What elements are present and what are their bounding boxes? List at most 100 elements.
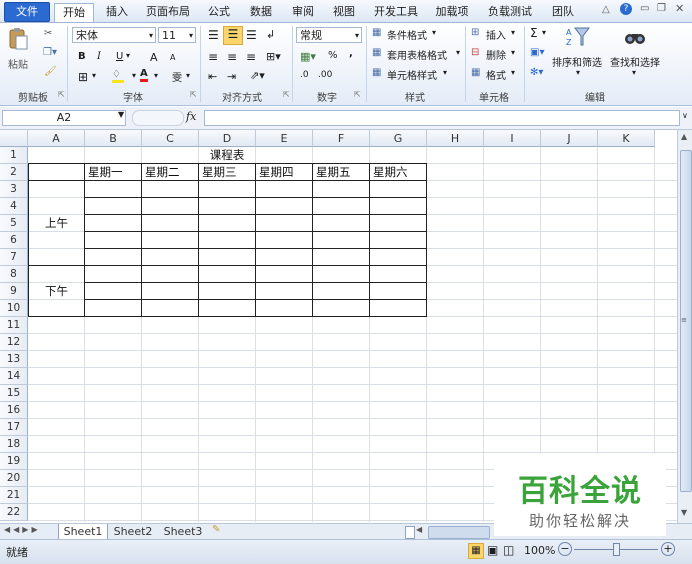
cell-styles-button[interactable]: 单元格样式 — [387, 67, 437, 82]
row-header[interactable]: 20 — [0, 470, 28, 487]
percent-button[interactable]: % — [328, 50, 338, 61]
row-header[interactable]: 12 — [0, 334, 28, 351]
row-header[interactable]: 18 — [0, 436, 28, 453]
chevron-down-icon[interactable]: ▾ — [154, 71, 158, 80]
scroll-down-icon[interactable]: ▼ — [681, 508, 687, 517]
tab-formulas[interactable]: 公式 — [202, 3, 236, 21]
cell-styles-icon[interactable]: ▦ — [372, 67, 381, 78]
font-name-combo[interactable]: 宋体 ▾ — [72, 27, 156, 43]
format-painter-icon[interactable]: 🖌 — [44, 66, 57, 77]
tab-developer[interactable]: 开发工具 — [369, 3, 423, 21]
row-header[interactable]: 19 — [0, 453, 28, 470]
file-tab[interactable]: 文件 — [4, 2, 50, 22]
currency-icon[interactable]: ▦▾ — [300, 50, 316, 63]
afternoon-label[interactable]: 下午 — [29, 283, 84, 300]
row-header[interactable]: 11 — [0, 317, 28, 334]
zoom-out-icon[interactable]: − — [558, 542, 572, 556]
day-header-sat[interactable]: 星期六 — [370, 164, 430, 181]
chevron-down-icon[interactable]: ▼ — [118, 110, 124, 119]
column-header[interactable]: I — [484, 130, 541, 147]
conditional-format-button[interactable]: 条件格式 — [387, 27, 427, 42]
chevron-down-icon[interactable]: ▾ — [132, 71, 136, 80]
column-header[interactable]: H — [427, 130, 484, 147]
column-header[interactable]: G — [370, 130, 427, 147]
scroll-up-icon[interactable]: ▲ — [681, 132, 687, 141]
orientation-icon[interactable]: ⇗▾ — [250, 69, 265, 82]
chevron-down-icon[interactable]: ▾ — [511, 68, 515, 77]
row-header[interactable]: 3 — [0, 181, 28, 198]
zoom-in-icon[interactable]: + — [661, 542, 675, 556]
formula-expand-handle[interactable] — [132, 110, 184, 126]
table-title[interactable]: 课程表 — [198, 147, 256, 164]
horizontal-scroll-thumb[interactable] — [428, 526, 490, 539]
row-header[interactable]: 22 — [0, 504, 28, 521]
clear-icon[interactable]: ✻▾ — [530, 67, 543, 78]
normal-view-icon[interactable]: ▦ — [468, 543, 484, 559]
row-header[interactable]: 16 — [0, 402, 28, 419]
column-header[interactable]: K — [598, 130, 655, 147]
select-all-corner[interactable] — [0, 130, 28, 147]
scroll-left-icon[interactable]: ◀ — [416, 525, 422, 534]
font-color-icon[interactable]: A — [140, 68, 148, 82]
vertical-scrollbar[interactable]: ▲ ≡ ▼ — [677, 130, 692, 523]
row-header[interactable]: 10 — [0, 300, 28, 317]
chevron-down-icon[interactable]: ▾ — [542, 28, 546, 37]
row-header[interactable]: 5 — [0, 215, 28, 232]
sort-filter-button[interactable]: 排序和筛选 — [552, 54, 602, 69]
chevron-down-icon[interactable]: ▾ — [511, 48, 515, 57]
row-header[interactable]: 8 — [0, 266, 28, 283]
tab-team[interactable]: 团队 — [546, 3, 580, 21]
find-select-icon[interactable] — [622, 26, 648, 50]
clipboard-launcher-icon[interactable]: ⇱ — [58, 90, 65, 99]
merge-center-icon[interactable]: ⊞▾ — [266, 50, 281, 63]
align-center-icon[interactable]: ≡ — [227, 50, 237, 64]
tab-view[interactable]: 视图 — [327, 3, 361, 21]
day-header-thu[interactable]: 星期四 — [256, 164, 316, 181]
window-minimize-icon[interactable]: ▭ — [640, 3, 649, 14]
row-header[interactable]: 21 — [0, 487, 28, 504]
column-header[interactable]: B — [85, 130, 142, 147]
tab-page-layout[interactable]: 页面布局 — [141, 3, 195, 21]
day-header-mon[interactable]: 星期一 — [85, 164, 145, 181]
autosum-button[interactable]: Σ — [530, 26, 538, 40]
new-sheet-icon[interactable]: ✎ — [212, 524, 220, 535]
sheet-nav-icon[interactable]: ◀◀▶▶ — [4, 525, 41, 534]
chevron-down-icon[interactable]: ▾ — [456, 48, 460, 57]
day-header-wed[interactable]: 星期三 — [199, 164, 259, 181]
delete-cells-icon[interactable]: ⊟ — [471, 47, 479, 58]
sheet-tab-3[interactable]: Sheet3 — [160, 524, 206, 539]
grow-font-button[interactable]: A — [150, 51, 158, 64]
bold-button[interactable]: B — [78, 51, 86, 62]
column-header[interactable]: C — [142, 130, 199, 147]
name-box[interactable]: A2 — [2, 110, 126, 126]
tab-insert[interactable]: 插入 — [100, 3, 134, 21]
chevron-down-icon[interactable]: ▾ — [186, 71, 190, 80]
column-header[interactable]: D — [199, 130, 256, 147]
underline-button[interactable]: U — [116, 51, 123, 62]
align-middle-icon[interactable]: ☰ — [223, 26, 243, 45]
row-header[interactable]: 15 — [0, 385, 28, 402]
align-left-icon[interactable]: ≡ — [208, 50, 218, 64]
align-top-icon[interactable]: ☰ — [208, 28, 219, 42]
day-header-fri[interactable]: 星期五 — [313, 164, 373, 181]
row-header[interactable]: 14 — [0, 368, 28, 385]
paste-icon[interactable] — [6, 27, 30, 53]
tab-addins[interactable]: 加载项 — [431, 3, 473, 21]
format-cells-icon[interactable]: ▦ — [471, 67, 480, 78]
window-restore-icon[interactable]: ❐ — [657, 3, 666, 14]
sort-filter-icon[interactable]: AZ — [564, 26, 592, 50]
align-bottom-icon[interactable]: ☰ — [246, 28, 257, 42]
insert-cells-button[interactable]: 插入 — [486, 27, 506, 42]
format-table-icon[interactable]: ▦ — [372, 47, 381, 58]
chevron-down-icon[interactable]: ▾ — [511, 28, 515, 37]
insert-function-icon[interactable]: fx — [186, 110, 196, 123]
chevron-down-icon[interactable]: ▾ — [432, 28, 436, 37]
row-header[interactable]: 9 — [0, 283, 28, 300]
copy-icon[interactable]: ❐▾ — [43, 47, 57, 58]
increase-indent-icon[interactable]: ⇥ — [227, 70, 236, 83]
minimize-ribbon-icon[interactable]: △ — [602, 4, 610, 15]
sheet-tab-2[interactable]: Sheet2 — [110, 524, 156, 539]
increase-decimal-button[interactable]: .0 — [300, 70, 309, 80]
zoom-level[interactable]: 100% — [524, 544, 555, 557]
paste-button[interactable]: 粘贴 — [8, 56, 28, 71]
